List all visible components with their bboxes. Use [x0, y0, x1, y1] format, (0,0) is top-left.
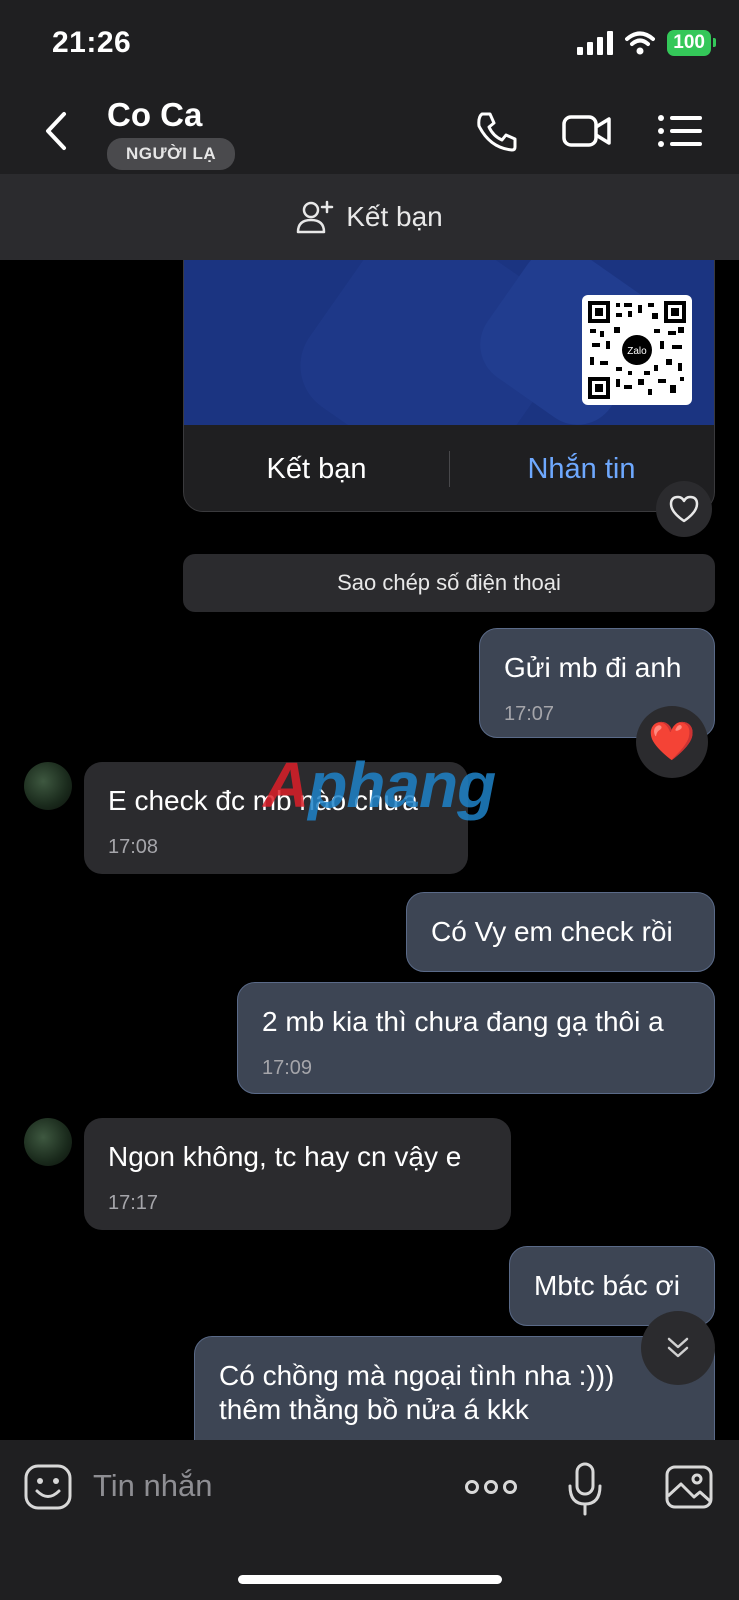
- message-text-line2: thêm thằng bồ nửa á kkk: [219, 1394, 529, 1425]
- status-icons: 100: [577, 30, 716, 56]
- microphone-icon[interactable]: [565, 1462, 605, 1518]
- watermark: Aphang: [263, 749, 496, 821]
- message-time: 17:08: [108, 836, 159, 858]
- contact-card: Zalo Kết bạn Nhắn tin: [183, 260, 715, 512]
- heart-icon: [669, 495, 699, 523]
- message-text: 2 mb kia thì chưa đang gạ thôi a: [262, 1006, 664, 1037]
- status-time: 21:26: [52, 26, 132, 59]
- message-text: Có Vy em check rồi: [431, 916, 673, 947]
- message-text: Gửi mb đi anh: [504, 652, 682, 683]
- message-bubble-outgoing[interactable]: Có chồng mà ngoại tình nha :))) thêm thằ…: [194, 1336, 715, 1440]
- contact-name[interactable]: Co Ca: [107, 96, 202, 134]
- message-input[interactable]: Tin nhắn: [93, 1468, 213, 1504]
- copy-phone-button[interactable]: Sao chép số điện thoại: [183, 554, 715, 612]
- image-icon[interactable]: [664, 1462, 714, 1512]
- chevron-down-icon: [667, 1337, 689, 1358]
- stranger-badge: NGƯỜI LẠ: [107, 138, 236, 170]
- card-divider: [449, 451, 450, 487]
- status-bar: 21:26 100: [0, 0, 739, 88]
- message-bubble-outgoing[interactable]: Có Vy em check rồi: [406, 892, 715, 972]
- message-text: Mbtc bác ơi: [534, 1270, 680, 1301]
- phone-icon[interactable]: [472, 108, 522, 154]
- avatar[interactable]: [24, 762, 72, 810]
- video-call-icon[interactable]: [562, 108, 612, 154]
- more-icon[interactable]: [464, 1462, 518, 1512]
- message-text-line1: Có chồng mà ngoại tình nha :))): [219, 1360, 615, 1391]
- wifi-icon: [625, 31, 656, 55]
- reaction-badge[interactable]: ❤️: [636, 706, 708, 778]
- add-friend-label: Kết bạn: [346, 201, 443, 232]
- message-text: Ngon không, tc hay cn vậy e: [108, 1141, 462, 1172]
- battery-indicator: 100: [667, 30, 716, 56]
- contact-card-banner: Zalo: [184, 260, 714, 425]
- menu-list-icon[interactable]: [656, 108, 706, 154]
- avatar[interactable]: [24, 1118, 72, 1166]
- card-add-friend-button[interactable]: Kết bạn: [184, 425, 449, 511]
- emoji-icon[interactable]: [22, 1462, 74, 1512]
- add-friend-bar[interactable]: Kết bạn: [0, 174, 739, 260]
- message-bubble-outgoing[interactable]: 2 mb kia thì chưa đang gạ thôi a 17:09: [237, 982, 715, 1094]
- chat-header: Co Ca NGƯỜI LẠ: [0, 88, 739, 174]
- message-time: 17:09: [262, 1057, 313, 1079]
- back-icon[interactable]: [38, 108, 78, 154]
- message-input-bar: Tin nhắn: [0, 1440, 739, 1600]
- message-time: 17:17: [108, 1192, 159, 1214]
- react-button[interactable]: [656, 481, 712, 537]
- home-indicator[interactable]: [238, 1575, 502, 1584]
- scroll-to-bottom-button[interactable]: [641, 1311, 715, 1385]
- message-list[interactable]: Zalo Kết bạn Nhắn tin Sao chép số điện t…: [0, 260, 739, 1440]
- qr-logo-text: Zalo: [627, 346, 647, 357]
- qr-code: Zalo: [582, 295, 692, 405]
- add-user-icon: [296, 200, 334, 234]
- signal-icon: [577, 31, 614, 55]
- heart-reaction-icon: ❤️: [648, 721, 696, 763]
- message-bubble-incoming[interactable]: Ngon không, tc hay cn vậy e 17:17: [84, 1118, 511, 1230]
